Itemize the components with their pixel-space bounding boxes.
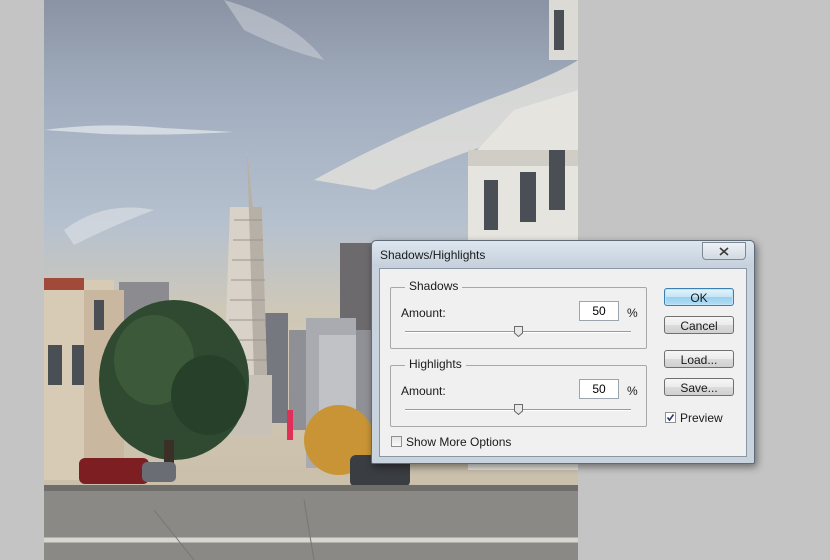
shadows-highlights-dialog: Shadows/Highlights Shadows Amount: % Hig…: [371, 240, 755, 464]
highlights-amount-input[interactable]: [579, 379, 619, 399]
highlights-amount-label: Amount:: [401, 384, 446, 398]
highlights-group-title: Highlights: [405, 357, 466, 371]
close-icon: [719, 246, 729, 256]
load-button[interactable]: Load...: [664, 350, 734, 368]
save-button[interactable]: Save...: [664, 378, 734, 396]
shadows-percent-label: %: [627, 306, 638, 320]
preview-label[interactable]: Preview: [680, 411, 723, 425]
dialog-titlebar[interactable]: Shadows/Highlights: [372, 241, 754, 267]
preview-checkbox[interactable]: [665, 412, 676, 423]
shadows-amount-label: Amount:: [401, 306, 446, 320]
shadows-slider-thumb[interactable]: [513, 326, 523, 337]
highlights-percent-label: %: [627, 384, 638, 398]
highlights-slider-thumb[interactable]: [513, 404, 523, 415]
checkmark-icon: [666, 414, 675, 422]
ok-button[interactable]: OK: [664, 288, 734, 306]
cancel-button[interactable]: Cancel: [664, 316, 734, 334]
show-more-options-checkbox[interactable]: [391, 436, 402, 447]
dialog-title: Shadows/Highlights: [380, 248, 486, 262]
shadows-amount-input[interactable]: [579, 301, 619, 321]
shadows-group: Shadows Amount: %: [390, 279, 647, 349]
show-more-options-label[interactable]: Show More Options: [406, 435, 511, 449]
shadows-group-title: Shadows: [405, 279, 463, 293]
highlights-group: Highlights Amount: %: [390, 357, 647, 427]
close-button[interactable]: [702, 242, 746, 260]
dialog-body: Shadows Amount: % Highlights Amount: % S…: [379, 268, 747, 457]
